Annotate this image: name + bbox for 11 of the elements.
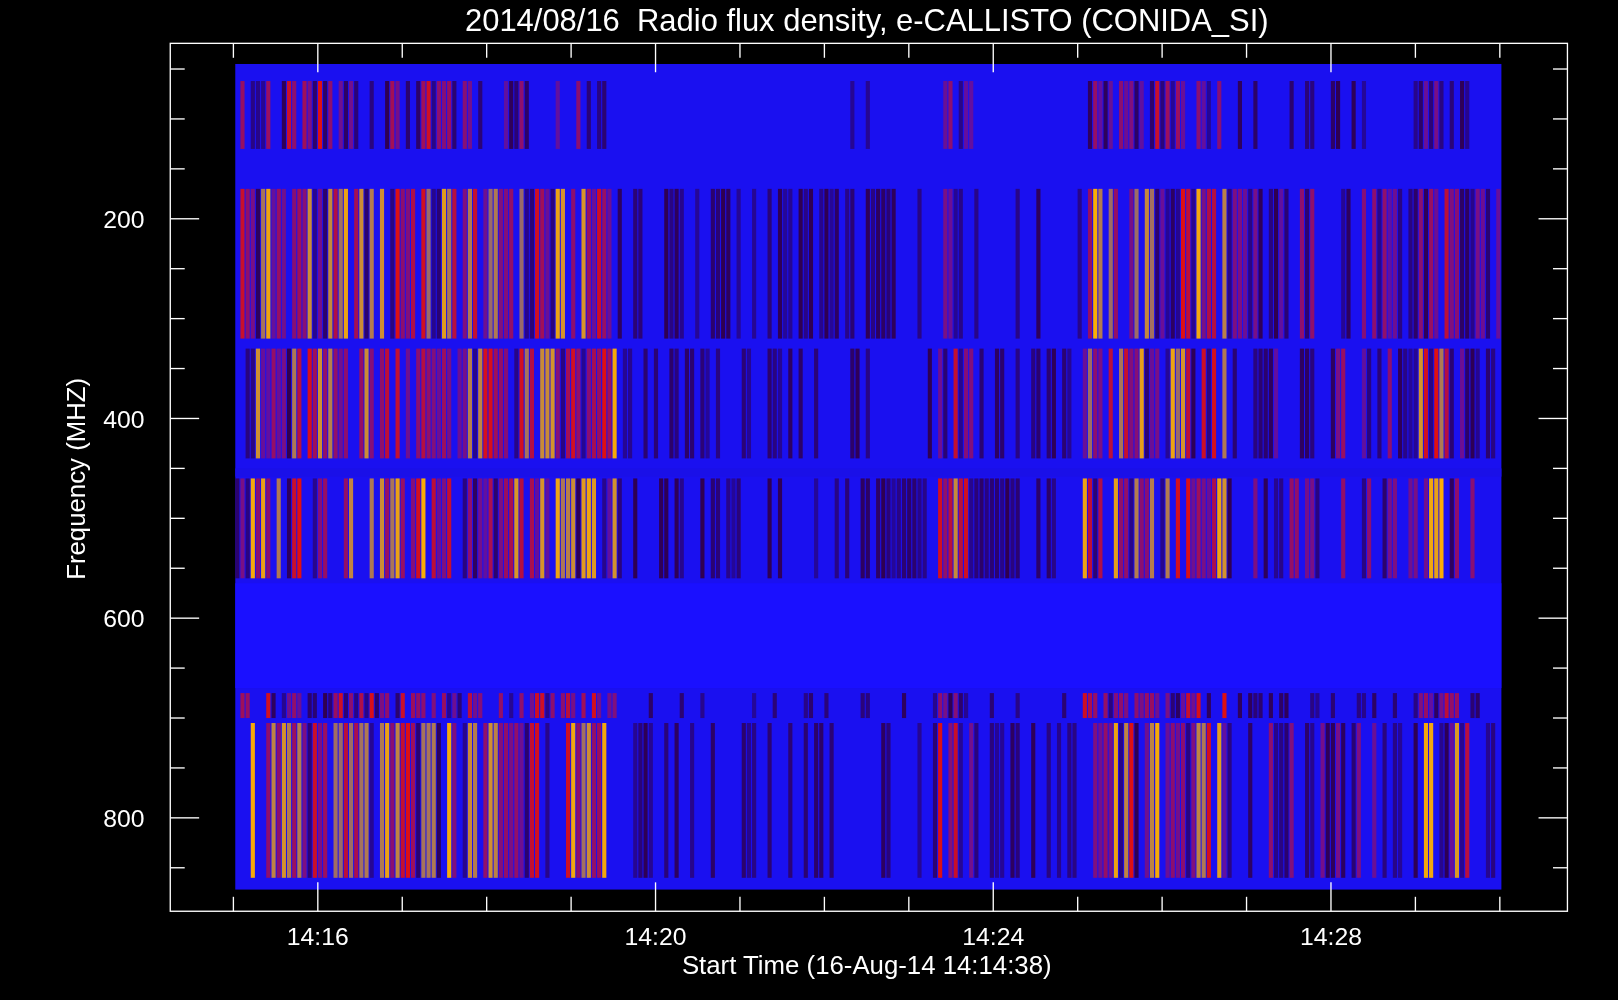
tick-label: 14:20 <box>624 923 687 951</box>
tick-label: 14:16 <box>286 923 349 951</box>
tick-label: 400 <box>103 405 145 433</box>
chart-title: 2014/08/16 Radio flux density, e-CALLISTO (CONIDA_SI) <box>465 2 1269 38</box>
axis-title: Start Time (16-Aug-14 14:14:38) <box>681 951 1052 980</box>
tick-label: 14:28 <box>1300 923 1362 951</box>
axis-title: Frequency (MHZ) <box>61 377 90 580</box>
tick-label: 600 <box>103 605 145 633</box>
tick-label: 200 <box>103 206 145 234</box>
tick-label: 800 <box>103 805 145 833</box>
tick-label: 14:24 <box>962 923 1025 951</box>
